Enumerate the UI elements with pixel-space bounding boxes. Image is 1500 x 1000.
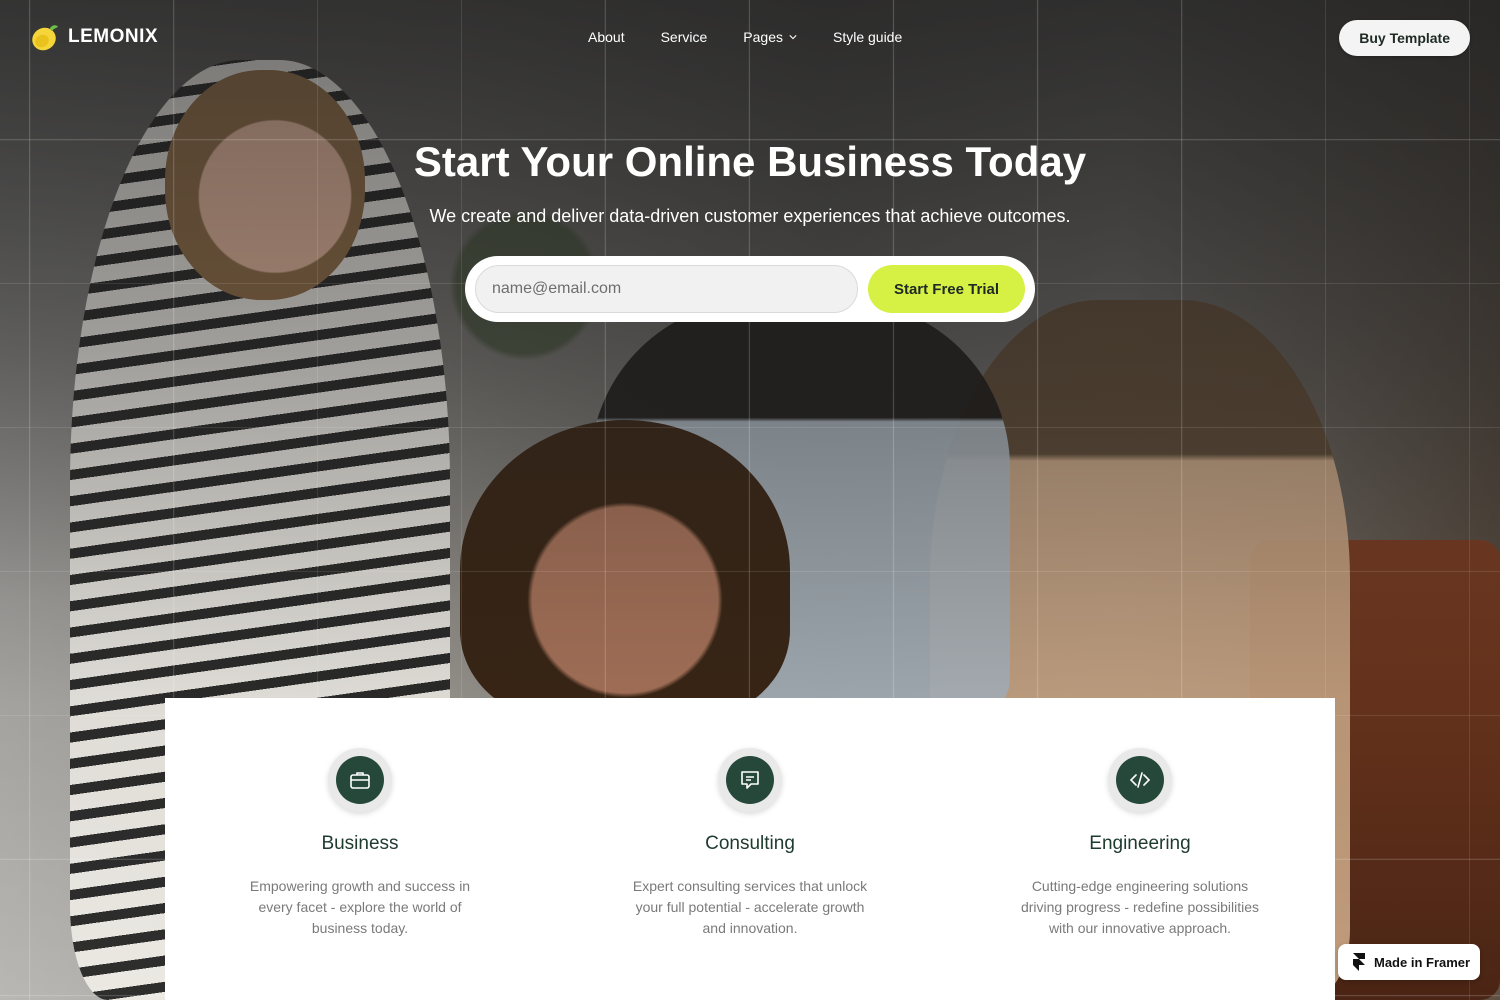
nav-link-service[interactable]: Service [661, 29, 708, 45]
badge-label: Made in Framer [1374, 954, 1471, 970]
service-icon-badge [328, 748, 392, 812]
service-title: Business [321, 833, 399, 854]
nav-link-pages[interactable]: Pages [743, 29, 797, 45]
service-icon-badge [1108, 748, 1172, 812]
nav-link-label: Service [660, 29, 708, 45]
nav-link-style-guide[interactable]: Style guide [833, 29, 902, 45]
brand-name: LEMONIX [68, 26, 159, 47]
nav-link-label: About [588, 29, 625, 45]
framer-icon [1353, 953, 1365, 971]
service-description: Expert consulting services that unlock y… [632, 878, 868, 936]
service-description: Empowering growth and success in every f… [249, 878, 471, 936]
services-card: Business Empowering growth and success i… [165, 698, 1335, 1000]
nav-links: About Service Pages Style guide [588, 29, 902, 45]
lemon-icon [30, 22, 60, 52]
service-icon-badge [718, 748, 782, 812]
email-input[interactable] [475, 265, 858, 313]
nav-link-about[interactable]: About [588, 29, 625, 45]
code-icon [1129, 772, 1151, 788]
service-title: Consulting [705, 833, 795, 854]
signup-form: Start Free Trial [465, 256, 1035, 322]
nav-link-label: Style guide [832, 29, 903, 45]
message-icon [741, 771, 759, 789]
chevron-down-icon [789, 35, 797, 40]
hero-title: Start Your Online Business Today [413, 138, 1087, 185]
start-free-trial-button[interactable]: Start Free Trial [868, 265, 1025, 313]
briefcase-icon [350, 772, 370, 789]
hero-subtitle: We create and deliver data-driven custom… [429, 206, 1071, 226]
top-nav: LEMONIX About Service Pages Style guide … [0, 0, 1500, 76]
nav-link-label: Pages [743, 29, 783, 45]
buy-template-button[interactable]: Buy Template [1339, 20, 1470, 56]
brand-logo[interactable]: LEMONIX [30, 22, 158, 52]
service-title: Engineering [1089, 833, 1191, 854]
service-description: Cutting-edge engineering solutions drivi… [1020, 878, 1260, 936]
made-in-framer-badge[interactable]: Made in Framer [1338, 944, 1480, 980]
